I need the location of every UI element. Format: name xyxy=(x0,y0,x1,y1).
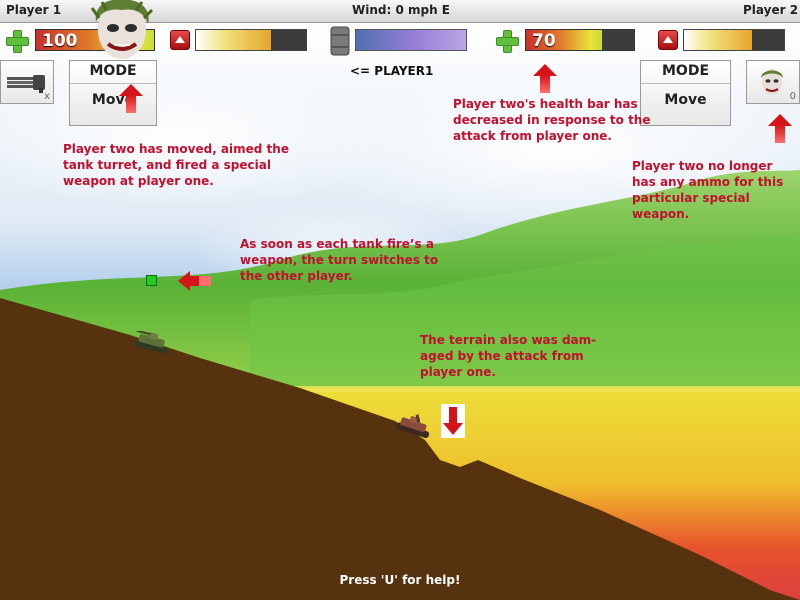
annotation-ammo: Player two no longer has any ammo for th… xyxy=(632,159,784,221)
callout-arrow-left-icon xyxy=(178,271,211,291)
player2-weapon-ammo: 0 xyxy=(789,91,796,102)
turn-indicator: <= PLAYER1 xyxy=(350,64,434,78)
wind-indicator-bar xyxy=(355,29,467,51)
gatling-gun-icon xyxy=(7,75,45,93)
player1-mode-value: Move xyxy=(91,92,135,108)
annotation-turn-switch: As soon as each tank fire’s a weapon, th… xyxy=(240,237,439,283)
player2-weapon-selector[interactable]: 0 xyxy=(746,60,800,104)
wind-label: Wind: 0 mph E xyxy=(352,3,450,17)
joker-face-icon xyxy=(761,69,783,95)
repair-plus-icon[interactable] xyxy=(5,29,29,53)
player1-mode-title: MODE xyxy=(89,63,137,79)
target-marker xyxy=(146,275,157,286)
player2-power-up-button[interactable] xyxy=(658,30,678,50)
player2-power-fill xyxy=(684,30,752,50)
player1-power-fill xyxy=(196,30,271,50)
player1-power-bar[interactable] xyxy=(195,29,307,51)
callout-arrow-icon xyxy=(533,64,557,94)
joker-avatar-icon xyxy=(90,0,154,59)
player1-label: Player 1 xyxy=(6,3,62,17)
annotation-player-two-action: Player two has moved, aimed the tank tur… xyxy=(63,142,289,188)
callout-arrow-icon xyxy=(119,84,143,114)
player2-mode-title: MODE xyxy=(661,63,710,79)
player2-power-bar[interactable] xyxy=(683,29,785,51)
player2-health-bar: 70 xyxy=(525,29,635,51)
callout-arrow-icon xyxy=(768,114,792,144)
player1-weapon-selector[interactable]: x xyxy=(0,60,54,104)
annotation-terrain: The terrain also was dam- aged by the at… xyxy=(420,333,597,379)
player1-weapon-ammo: x xyxy=(44,91,50,102)
player2-label: Player 2 xyxy=(743,3,799,17)
repair-plus-icon[interactable] xyxy=(495,29,519,53)
player1-power-up-button[interactable] xyxy=(170,30,190,50)
wind-barrel-icon xyxy=(330,26,350,56)
player2-tank-icon[interactable] xyxy=(394,413,434,439)
callout-arrow-down-icon xyxy=(441,404,465,438)
player1-mode-button[interactable]: MODE Move xyxy=(69,60,157,126)
player2-health-value: 70 xyxy=(532,31,556,51)
player1-health-value: 100 xyxy=(42,31,78,51)
help-hint: Press 'U' for help! xyxy=(339,573,461,587)
annotation-health-bar: Player two's health bar has decreased in… xyxy=(453,97,651,143)
player1-tank-icon[interactable] xyxy=(132,331,172,355)
